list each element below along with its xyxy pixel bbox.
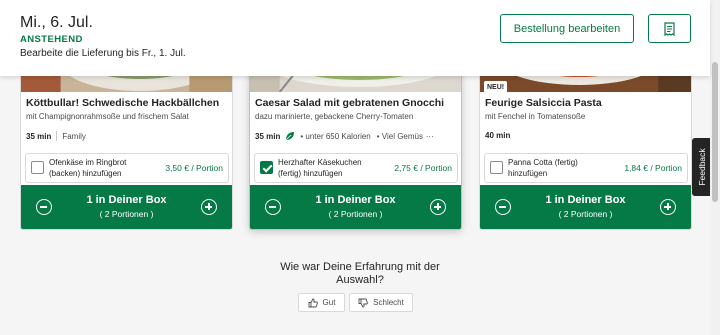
recipe-title[interactable]: Feurige Salsiccia Pasta xyxy=(485,97,602,109)
recipe-card-salsiccia-pasta[interactable]: NEU! Feurige Salsiccia Pasta mit Fenchel… xyxy=(479,60,692,230)
recipe-meta: 35 min • unter 650 Kalorien • Viel Gemüs… xyxy=(255,131,434,141)
recipe-title[interactable]: Köttbullar! Schwedische Hackbällchen xyxy=(26,97,219,109)
recipe-subtitle: dazu marinierte, gebackene Cherry-Tomate… xyxy=(255,112,414,121)
thumbs-up-label: Gut xyxy=(322,298,336,307)
addon-option[interactable]: Panna Cotta (fertig) hinzufügen 1,84 € /… xyxy=(484,153,688,183)
delivery-header: Mi., 6. Jul. ANSTEHEND Bearbeite die Lie… xyxy=(0,0,710,76)
addon-checkbox[interactable] xyxy=(31,161,44,174)
addon-label: Panna Cotta (fertig) hinzufügen xyxy=(508,158,578,178)
addon-price: 1,84 € / Portion xyxy=(624,163,682,173)
addon-checkbox[interactable] xyxy=(490,161,503,174)
box-quantity-bar: 1 in Deiner Box ( 2 Portionen ) xyxy=(250,185,461,229)
thumbs-down-label: Schlecht xyxy=(373,298,404,307)
recipe-title[interactable]: Caesar Salad mit gebratenen Gnocchi xyxy=(255,97,444,109)
addon-label: Ofenkäse im Ringbrot (backen) hinzufügen xyxy=(49,158,127,178)
recipe-card-caesar-salad[interactable]: Caesar Salad mit gebratenen Gnocchi dazu… xyxy=(249,60,462,230)
scrollbar-thumb[interactable] xyxy=(712,62,718,202)
more-tags-icon[interactable]: ··· xyxy=(426,132,434,141)
portion-count: ( 2 Portionen ) xyxy=(99,209,154,219)
increase-icon[interactable] xyxy=(430,199,446,215)
recipe-card-koettbullar[interactable]: Köttbullar! Schwedische Hackbällchen mit… xyxy=(20,60,233,230)
meta-divider xyxy=(56,131,58,141)
addon-label: Herzhafter Käsekuchen (fertig) hinzufüge… xyxy=(278,158,362,178)
recipe-meta: 40 min xyxy=(485,131,515,140)
receipt-icon xyxy=(664,21,675,36)
new-badge: NEU! xyxy=(484,81,508,93)
thumbs-up-button[interactable]: Gut xyxy=(298,293,345,312)
edit-deadline: Bearbeite die Lieferung bis Fr., 1. Jul. xyxy=(20,48,186,59)
addon-option[interactable]: Herzhafter Käsekuchen (fertig) hinzufüge… xyxy=(254,153,458,183)
delivery-status: ANSTEHEND xyxy=(20,34,83,45)
portion-count: ( 2 Portionen ) xyxy=(328,209,383,219)
box-quantity-bar: 1 in Deiner Box ( 2 Portionen ) xyxy=(21,185,232,229)
recipe-subtitle: mit Fenchel in Tomatensoße xyxy=(485,112,586,121)
delivery-date: Mi., 6. Jul. xyxy=(20,14,93,31)
increase-icon[interactable] xyxy=(201,199,217,215)
thumbs-down-icon xyxy=(358,298,368,307)
box-quantity-bar: 1 in Deiner Box ( 2 Portionen ) xyxy=(480,185,691,229)
addon-price: 2,75 € / Portion xyxy=(394,163,452,173)
portion-count: ( 2 Portionen ) xyxy=(558,209,613,219)
feedback-side-tab[interactable]: Feedback xyxy=(692,138,712,196)
page-scrollbar[interactable] xyxy=(710,0,720,335)
thumbs-up-icon xyxy=(308,298,318,307)
addon-price: 3,50 € / Portion xyxy=(165,163,223,173)
recipe-meta: 35 min Family xyxy=(26,131,86,141)
recipe-tag-vegetables: • Viel Gemüse xyxy=(376,131,423,141)
recipe-subtitle: mit Champignonrahmsoße und frischem Sala… xyxy=(26,112,189,121)
addon-checkbox[interactable] xyxy=(260,161,273,174)
receipt-button[interactable] xyxy=(648,14,691,43)
addon-option[interactable]: Ofenkäse im Ringbrot (backen) hinzufügen… xyxy=(25,153,229,183)
thumbs-down-button[interactable]: Schlecht xyxy=(349,293,413,312)
cook-time: 35 min xyxy=(26,131,52,141)
recipe-tag-calories: • unter 650 Kalorien xyxy=(300,131,371,141)
increase-icon[interactable] xyxy=(660,199,676,215)
feedback-question: Wie war Deine Erfahrung mit der Auswahl? xyxy=(280,261,440,286)
cook-time: 40 min xyxy=(485,131,511,140)
feedback-side-tab-label: Feedback xyxy=(697,148,707,186)
leaf-icon xyxy=(286,132,295,141)
edit-order-button[interactable]: Bestellung bearbeiten xyxy=(500,14,634,43)
recipe-tag-family: Family xyxy=(62,131,86,141)
cook-time: 35 min xyxy=(255,131,281,141)
